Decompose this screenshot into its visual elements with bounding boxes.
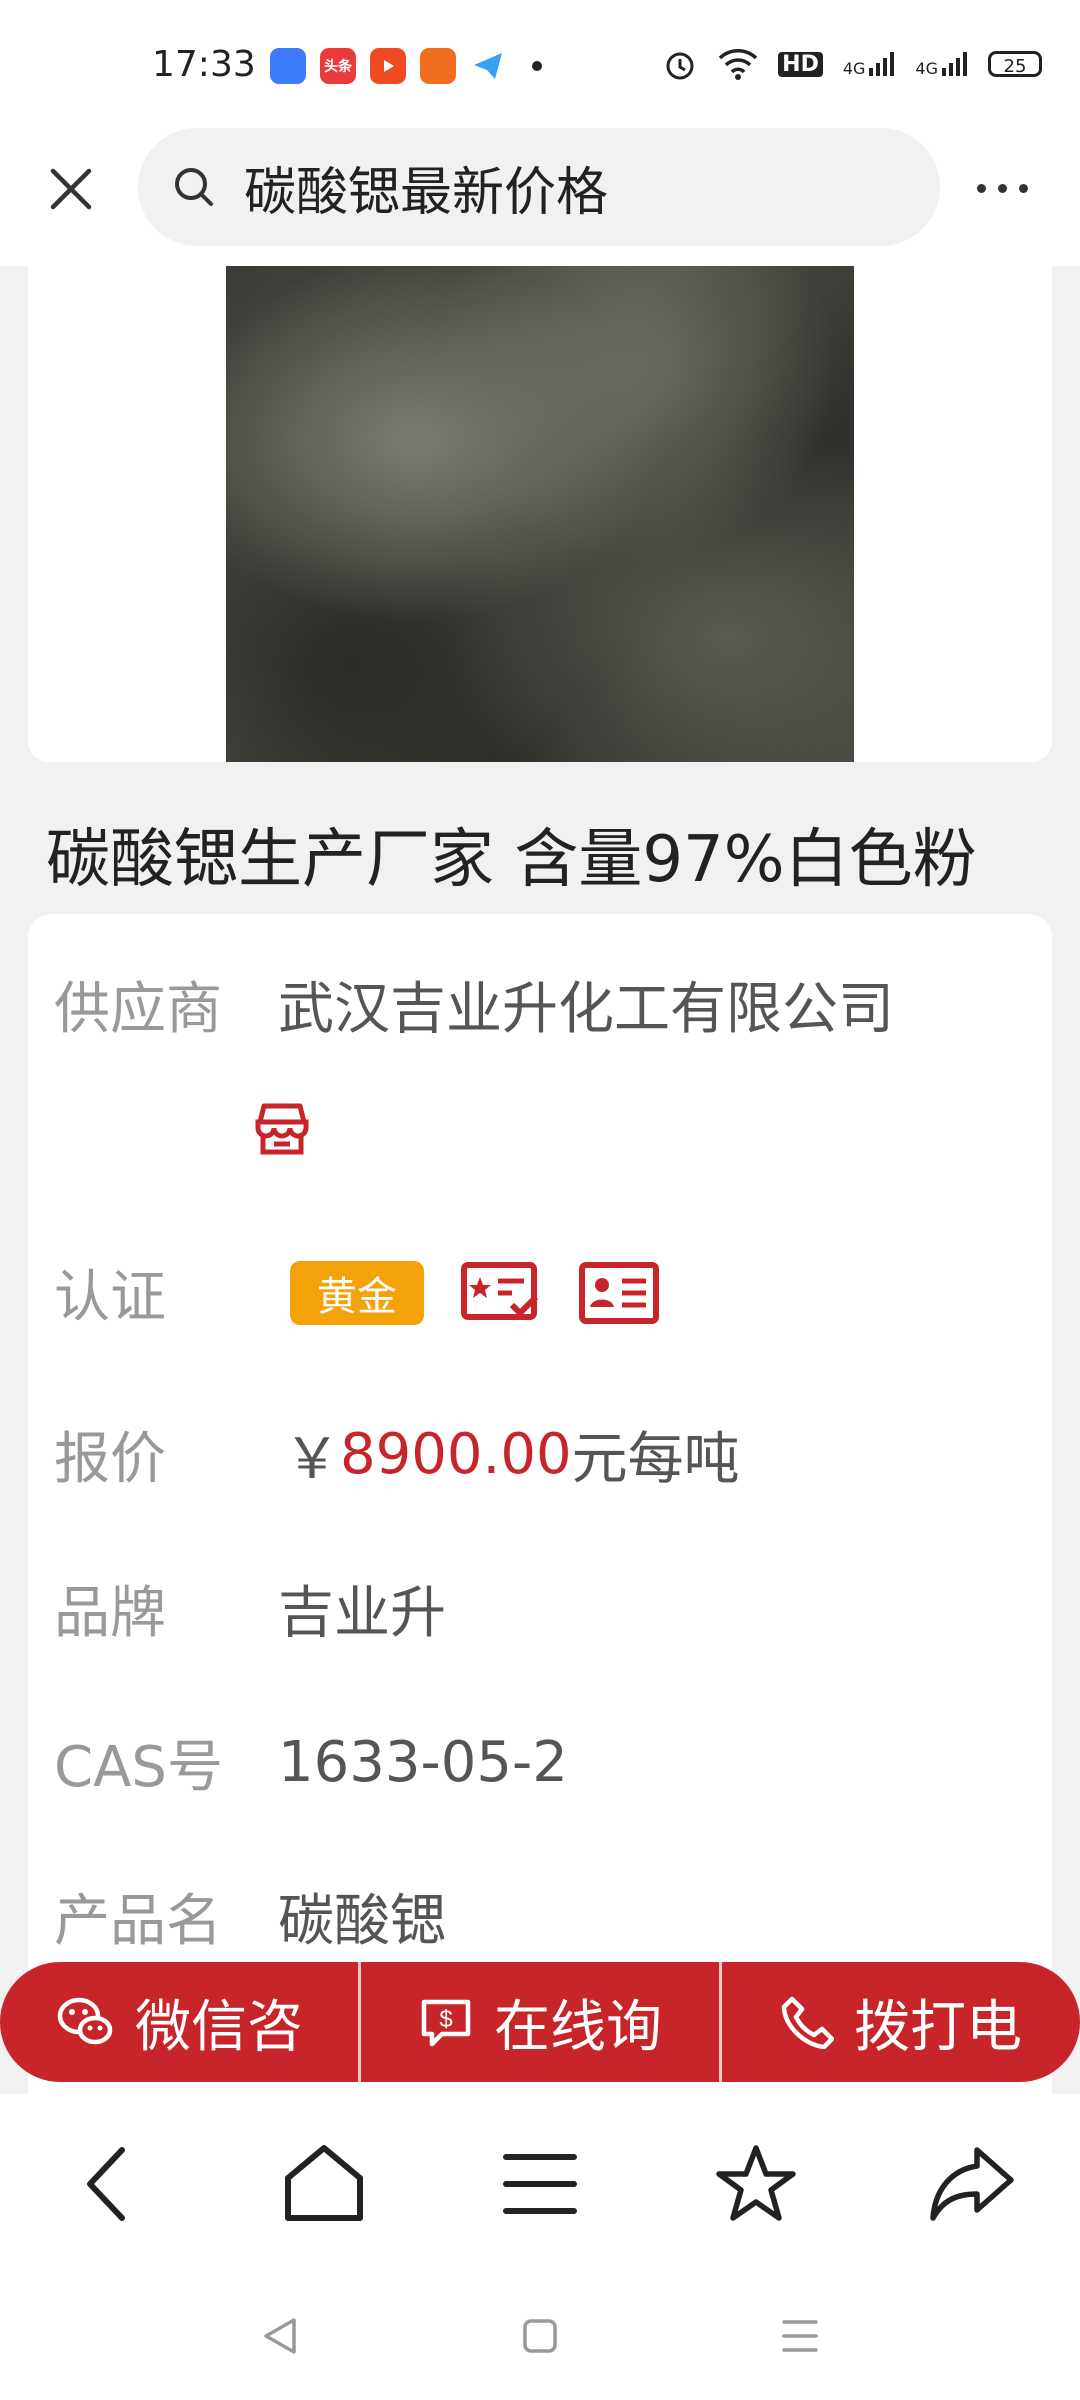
contact-action-bar: 微信咨 $ 在线询 拨打电: [0, 1962, 1080, 2082]
system-nav-bar: [0, 2274, 1080, 2400]
wechat-icon: [57, 1997, 113, 2045]
wechat-consult-button[interactable]: 微信咨: [0, 1962, 358, 2082]
supplier-value[interactable]: 武汉吉业升化工有限公司: [278, 964, 894, 1045]
toutiao-app-icon: 头条: [320, 48, 356, 84]
product-name-value: 碳酸锶: [278, 1889, 446, 1954]
certificate-check-icon: [461, 1261, 539, 1320]
online-inquiry-label: 在线询: [494, 1994, 662, 2060]
browser-bottom-nav: [0, 2094, 1080, 2274]
product-image[interactable]: [226, 266, 854, 762]
search-query[interactable]: 碳酸锶最新价格: [244, 150, 608, 225]
more-dot-icon: [1018, 183, 1028, 193]
menu-button[interactable]: [490, 2134, 590, 2234]
status-app-icons: 头条: [270, 48, 542, 84]
brand-row: 品牌 吉业升: [54, 1568, 446, 1649]
search-bar[interactable]: 碳酸锶最新价格: [138, 128, 940, 246]
product-name-row: 产品名 碳酸锶: [54, 1876, 446, 1957]
home-icon: [285, 2145, 363, 2221]
triangle-back-icon: [264, 2318, 296, 2354]
status-bar: 17:33 头条 HD 4G 4G 25: [0, 0, 1080, 130]
online-inquiry-button[interactable]: $ 在线询: [361, 1962, 719, 2082]
svg-text:$: $: [439, 2006, 452, 2033]
telegram-app-icon: [470, 48, 506, 84]
cas-row: CAS号 1633-05-2: [54, 1722, 568, 1803]
gold-member-badge: 黄金: [290, 1260, 424, 1325]
system-back-button[interactable]: [258, 2314, 302, 2358]
back-arrow-icon: [87, 2147, 125, 2221]
cas-label: CAS号: [54, 1735, 223, 1800]
wifi-icon: [718, 49, 758, 80]
back-button[interactable]: [58, 2134, 158, 2234]
price-label: 报价: [54, 1427, 166, 1492]
product-image-card: [28, 266, 1052, 762]
id-card-icon: [579, 1261, 659, 1324]
signal-4g-2: 4G: [915, 50, 968, 78]
recents-menu-icon: [782, 2320, 818, 2352]
favorite-button[interactable]: [706, 2134, 806, 2234]
certification-label: 认证: [54, 1265, 166, 1330]
product-name-label: 产品名: [54, 1889, 222, 1954]
currency-symbol: ￥: [284, 1427, 340, 1492]
status-indicators: HD 4G 4G 25: [662, 46, 1042, 82]
hd-badge: HD: [778, 51, 823, 77]
store-icon[interactable]: [252, 1098, 312, 1158]
more-dot-icon: [997, 183, 1007, 193]
brand-label: 品牌: [54, 1581, 166, 1646]
product-title: 碳酸锶生产厂家 含量97%白色粉: [46, 823, 977, 897]
square-home-icon: [523, 2319, 557, 2353]
supplier-label: 供应商: [54, 977, 222, 1042]
call-button[interactable]: 拨打电: [722, 1962, 1080, 2082]
home-button[interactable]: [274, 2134, 374, 2234]
system-recents-button[interactable]: [778, 2314, 822, 2358]
call-label: 拨打电: [854, 1994, 1022, 2060]
supplier-row: 供应商 武汉吉业升化工有限公司: [54, 964, 894, 1045]
video-app-icon: [370, 48, 406, 84]
notification-dot-icon: [532, 61, 542, 71]
more-dot-icon: [976, 183, 986, 193]
price-value: 8900.00: [340, 1422, 572, 1487]
search-header: 碳酸锶最新价格: [0, 118, 1080, 266]
phone-icon: [781, 1996, 834, 2049]
search-icon: [172, 163, 220, 211]
star-icon: [716, 2145, 796, 2221]
gift-app-icon: [420, 48, 456, 84]
price-unit: 元每吨: [571, 1427, 740, 1492]
alarm-icon: [666, 52, 694, 80]
close-button[interactable]: [40, 158, 102, 220]
cas-value: 1633-05-2: [278, 1730, 568, 1795]
system-home-button[interactable]: [518, 2314, 562, 2358]
more-options-button[interactable]: [962, 158, 1042, 218]
brand-value: 吉业升: [278, 1581, 446, 1646]
battery-icon: 25: [988, 51, 1042, 77]
product-info-card: 供应商 武汉吉业升化工有限公司 认证 黄金 报价 ￥ 8900.00 元每吨 品…: [28, 914, 1052, 2114]
browser-app-icon: [270, 48, 306, 84]
signal-4g-1: 4G: [843, 50, 896, 78]
wechat-consult-label: 微信咨: [135, 1994, 303, 2060]
certification-row: 认证 黄金: [54, 1252, 660, 1333]
price-row: 报价 ￥ 8900.00 元每吨: [54, 1414, 740, 1495]
menu-icon: [503, 2154, 577, 2214]
close-icon: [50, 168, 92, 210]
chat-price-icon: $: [421, 1999, 471, 2047]
share-button[interactable]: [922, 2134, 1022, 2234]
status-time: 17:33: [152, 44, 256, 85]
share-icon: [930, 2147, 1014, 2221]
